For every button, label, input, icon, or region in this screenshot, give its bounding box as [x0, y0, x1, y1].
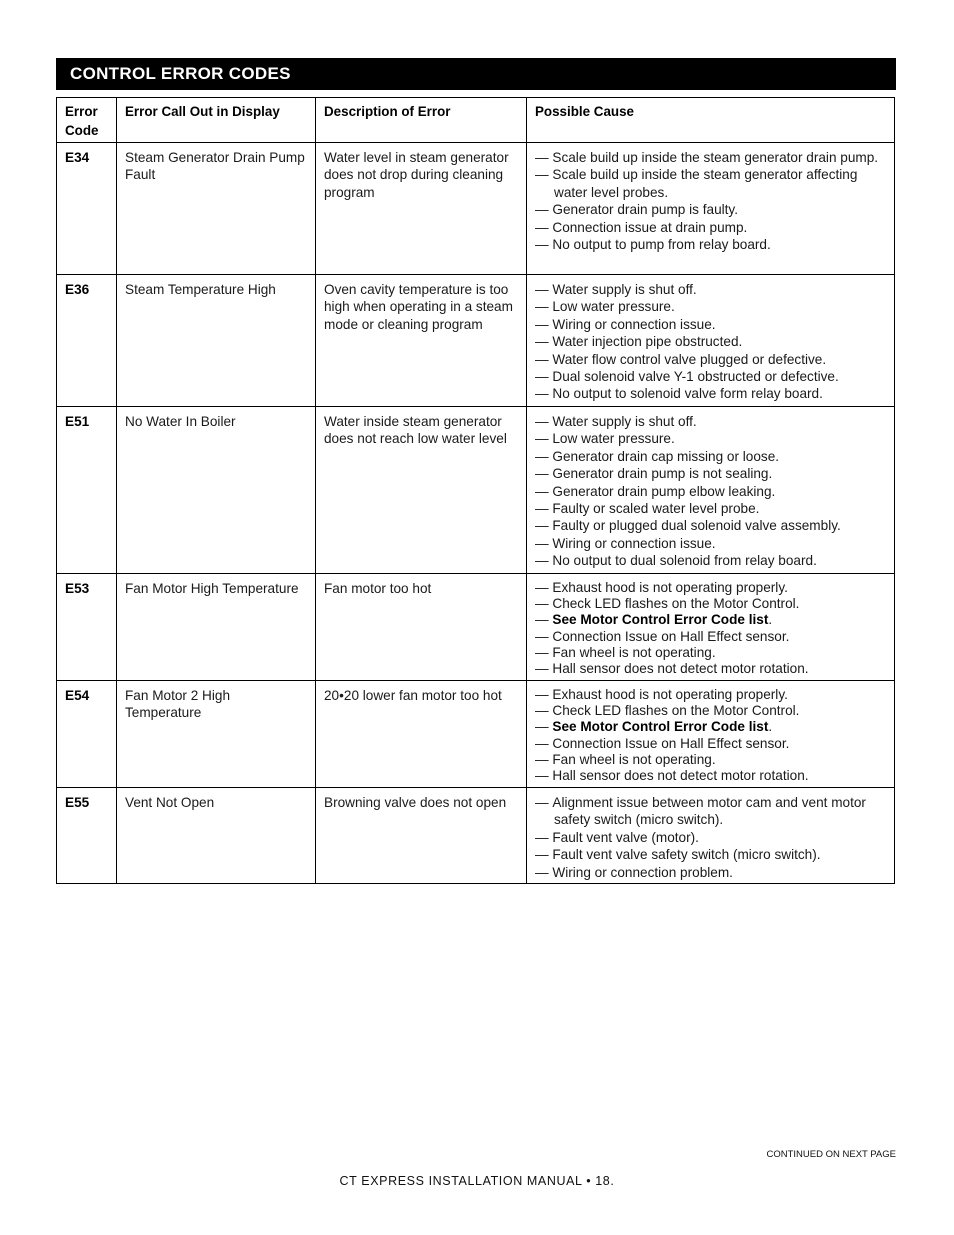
error-description: Browning valve does not open	[315, 787, 527, 884]
motor-control-reference: See Motor Control Error Code list	[552, 612, 769, 628]
cause-item: Dual solenoid valve Y-1 obstructed or de…	[535, 368, 886, 385]
cause-item: Connection Issue on Hall Effect sensor.	[535, 736, 886, 752]
possible-causes: Scale build up inside the steam generato…	[526, 142, 895, 275]
table-row: E53 Fan Motor High Temperature Fan motor…	[56, 573, 895, 681]
header-error-code: Error Code	[56, 97, 117, 143]
table-row: E34 Steam Generator Drain Pump Fault Wat…	[56, 142, 895, 275]
table-row: E36 Steam Temperature High Oven cavity t…	[56, 274, 895, 407]
cause-item: Fault vent valve (motor).	[535, 829, 886, 846]
cause-item: Generator drain pump is faulty.	[535, 201, 886, 218]
cause-item: Fan wheel is not operating.	[535, 752, 886, 768]
error-description: Oven cavity temperature is too high when…	[315, 274, 527, 407]
cause-item: Alignment issue between motor cam and ve…	[535, 794, 886, 829]
error-callout: Steam Generator Drain Pump Fault	[116, 142, 316, 275]
cause-item-reference: See Motor Control Error Code list.	[535, 719, 886, 735]
cause-item: Check LED flashes on the Motor Control.	[535, 596, 886, 612]
error-callout: No Water In Boiler	[116, 406, 316, 574]
error-code: E36	[56, 274, 117, 407]
cause-item: Hall sensor does not detect motor rotati…	[535, 661, 886, 677]
error-description: Water level in steam generator does not …	[315, 142, 527, 275]
cause-item: Wiring or connection problem.	[535, 864, 886, 881]
cause-item: Fault vent valve safety switch (micro sw…	[535, 846, 886, 863]
continued-note: CONTINUED ON NEXT PAGE	[766, 1149, 897, 1160]
cause-item: Scale build up inside the steam generato…	[535, 166, 886, 201]
cause-item: Hall sensor does not detect motor rotati…	[535, 768, 886, 784]
possible-causes: Exhaust hood is not operating properly. …	[526, 573, 895, 681]
cause-item: No output to solenoid valve form relay b…	[535, 385, 886, 402]
section-title: CONTROL ERROR CODES	[56, 58, 896, 90]
cause-item: Wiring or connection issue.	[535, 535, 886, 552]
cause-item: Scale build up inside the steam generato…	[535, 149, 886, 166]
cause-item: No output to pump from relay board.	[535, 236, 886, 253]
cause-item: Water supply is shut off.	[535, 413, 886, 430]
cause-item: Faulty or scaled water level probe.	[535, 500, 886, 517]
error-description: 20•20 lower fan motor too hot	[315, 680, 527, 788]
table-row: E54 Fan Motor 2 High Temperature 20•20 l…	[56, 680, 895, 788]
error-code: E54	[56, 680, 117, 788]
possible-causes: Water supply is shut off. Low water pres…	[526, 406, 895, 574]
cause-item: Low water pressure.	[535, 430, 886, 447]
error-callout: Fan Motor 2 High Temperature	[116, 680, 316, 788]
error-code: E53	[56, 573, 117, 681]
possible-causes: Alignment issue between motor cam and ve…	[526, 787, 895, 884]
reference-punctuation: .	[768, 719, 773, 735]
possible-causes: Exhaust hood is not operating properly. …	[526, 680, 895, 788]
error-code: E34	[56, 142, 117, 275]
possible-causes: Water supply is shut off. Low water pres…	[526, 274, 895, 407]
error-callout: Steam Temperature High	[116, 274, 316, 407]
error-code: E55	[56, 787, 117, 884]
table-row: E51 No Water In Boiler Water inside stea…	[56, 406, 895, 574]
cause-item-reference: See Motor Control Error Code list.	[535, 612, 886, 628]
cause-item: Generator drain pump elbow leaking.	[535, 483, 886, 500]
error-description: Fan motor too hot	[315, 573, 527, 681]
cause-item: Generator drain cap missing or loose.	[535, 448, 886, 465]
motor-control-reference: See Motor Control Error Code list	[552, 719, 769, 735]
error-description: Water inside steam generator does not re…	[315, 406, 527, 574]
page-footer: CT EXPRESS INSTALLATION MANUAL • 18.	[339, 1174, 615, 1188]
table-header-row: Error Code Error Call Out in Display Des…	[56, 97, 895, 143]
cause-item: Exhaust hood is not operating properly.	[535, 580, 886, 596]
cause-item: Check LED flashes on the Motor Control.	[535, 703, 886, 719]
header-possible-cause: Possible Cause	[526, 97, 895, 143]
reference-punctuation: .	[768, 612, 773, 628]
error-code: E51	[56, 406, 117, 574]
cause-item: Water injection pipe obstructed.	[535, 333, 886, 350]
header-callout: Error Call Out in Display	[116, 97, 316, 143]
header-description: Description of Error	[315, 97, 527, 143]
cause-item: Exhaust hood is not operating properly.	[535, 687, 886, 703]
cause-item: No output to dual solenoid from relay bo…	[535, 552, 886, 569]
table-row: E55 Vent Not Open Browning valve does no…	[56, 787, 895, 884]
cause-item: Water flow control valve plugged or defe…	[535, 351, 886, 368]
cause-item: Connection issue at drain pump.	[535, 219, 886, 236]
cause-item: Connection Issue on Hall Effect sensor.	[535, 629, 886, 645]
cause-item: Generator drain pump is not sealing.	[535, 465, 886, 482]
cause-item: Fan wheel is not operating.	[535, 645, 886, 661]
cause-item: Faulty or plugged dual solenoid valve as…	[535, 517, 886, 534]
cause-item: Wiring or connection issue.	[535, 316, 886, 333]
cause-item: Water supply is shut off.	[535, 281, 886, 298]
error-callout: Vent Not Open	[116, 787, 316, 884]
cause-item: Low water pressure.	[535, 298, 886, 315]
error-callout: Fan Motor High Temperature	[116, 573, 316, 681]
error-codes-table: Error Code Error Call Out in Display Des…	[56, 97, 895, 884]
